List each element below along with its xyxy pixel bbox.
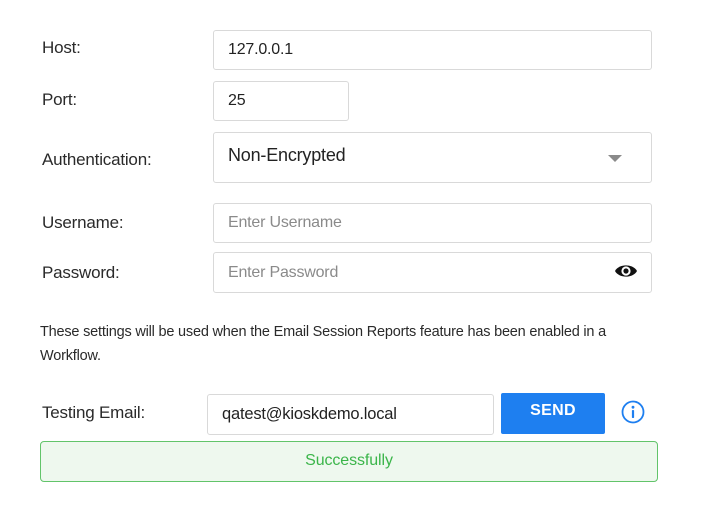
password-label: Password: [42,263,120,282]
testing-email-input[interactable] [207,394,494,435]
status-message: Successfully [40,441,658,482]
settings-note: These settings will be used when the Ema… [40,324,606,364]
authentication-selected-value: Non-Encrypted [228,145,346,165]
port-input[interactable] [213,81,349,121]
eye-icon[interactable] [614,263,638,279]
username-label: Username: [42,213,124,232]
username-input[interactable] [213,203,652,243]
port-label: Port: [42,90,77,109]
host-input[interactable] [213,30,652,70]
password-input[interactable] [213,252,652,293]
authentication-select[interactable]: Non-Encrypted [213,132,652,183]
info-icon[interactable] [621,400,645,424]
host-label: Host: [42,38,81,57]
testing-email-label: Testing Email: [42,403,146,422]
dropdown-caret-icon [608,155,622,162]
authentication-label: Authentication: [42,150,152,169]
send-button[interactable]: SEND [501,393,605,434]
